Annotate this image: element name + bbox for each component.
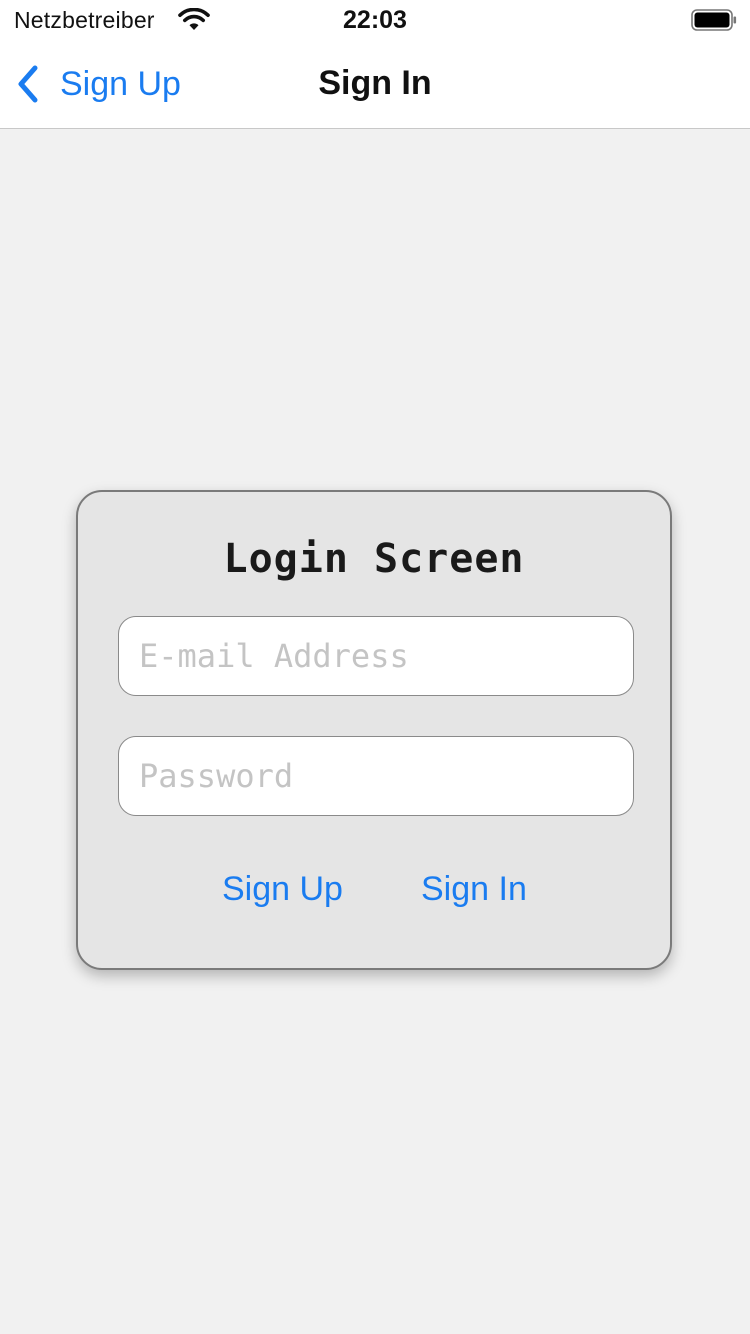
clock: 22:03 xyxy=(343,6,407,34)
battery-icon xyxy=(691,9,737,31)
sign-up-button[interactable]: Sign Up xyxy=(222,870,343,909)
status-bar: Netzbetreiber 22:03 xyxy=(0,0,750,40)
login-card: Login Screen Sign Up Sign In xyxy=(76,490,672,970)
navigation-bar: Sign Up Sign In xyxy=(0,40,750,129)
sign-in-button[interactable]: Sign In xyxy=(421,870,527,909)
login-title: Login Screen xyxy=(223,536,525,582)
email-field[interactable] xyxy=(118,616,634,696)
page-title: Sign In xyxy=(318,64,432,102)
password-field[interactable] xyxy=(118,736,634,816)
